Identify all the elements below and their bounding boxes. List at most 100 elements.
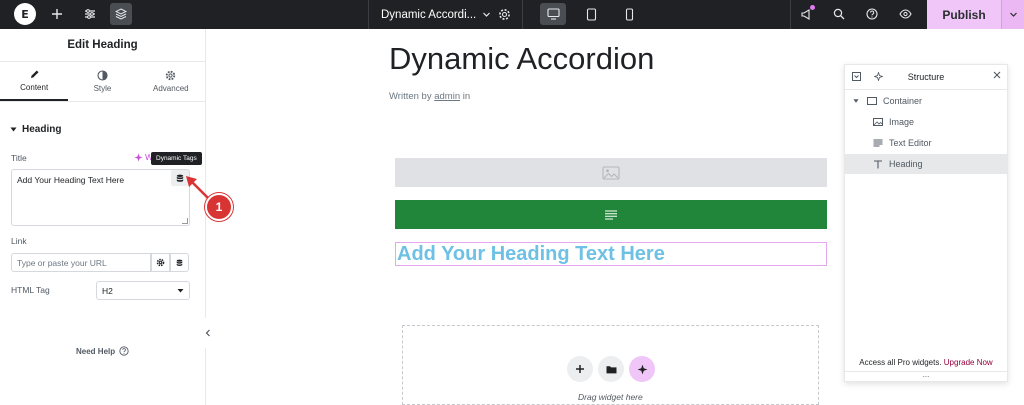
plus-icon <box>576 365 584 373</box>
half-circle-icon <box>97 70 108 81</box>
question-icon <box>866 8 878 20</box>
mobile-icon <box>625 7 633 21</box>
heading-text: Add Your Heading Text Here <box>397 242 665 265</box>
text-lines-icon <box>605 210 617 219</box>
elementor-logo[interactable]: E <box>14 3 36 25</box>
upgrade-now-link[interactable]: Upgrade Now <box>944 358 993 367</box>
dynamic-tags-tooltip: Dynamic Tags <box>151 152 202 165</box>
structure-button[interactable] <box>110 3 132 25</box>
publish-options-button[interactable] <box>1001 0 1024 29</box>
link-url-input[interactable]: Type or paste your URL <box>11 253 151 272</box>
structure-item-label: Image <box>889 117 915 127</box>
desktop-view-button[interactable] <box>540 3 566 25</box>
section-heading-toggle[interactable]: Heading <box>10 124 61 135</box>
structure-item-label: Container <box>883 96 923 106</box>
byline-suffix: in <box>462 91 471 102</box>
desktop-icon <box>546 8 560 20</box>
heading-icon <box>874 159 882 168</box>
image-icon <box>873 118 883 126</box>
logo-letter: E <box>21 7 29 21</box>
add-section-button[interactable] <box>567 356 593 382</box>
step-marker: 1 <box>205 193 233 221</box>
divider <box>790 0 791 29</box>
text-editor-widget[interactable] <box>395 200 827 229</box>
html-tag-value: H2 <box>102 285 113 296</box>
structure-item-heading[interactable]: Heading <box>845 154 1007 174</box>
container-icon <box>867 97 877 105</box>
link-label: Link <box>11 236 27 246</box>
plus-icon <box>52 9 62 19</box>
tab-label: Style <box>93 84 112 93</box>
layers-icon <box>115 8 127 20</box>
add-element-button[interactable] <box>46 3 68 25</box>
text-editor-icon <box>873 139 883 147</box>
database-icon <box>176 259 183 266</box>
panel-title: Edit Heading <box>0 29 205 62</box>
tab-label: Content <box>20 83 49 92</box>
link-dynamic-tags-button[interactable] <box>170 253 189 272</box>
title-textarea[interactable]: Add Your Heading Text Here <box>11 169 190 226</box>
mobile-view-button[interactable] <box>616 3 642 25</box>
structure-item-container[interactable]: Container <box>845 91 1007 111</box>
html-tag-select[interactable]: H2 <box>96 281 190 300</box>
gear-icon <box>166 70 176 81</box>
link-placeholder: Type or paste your URL <box>17 257 107 268</box>
structure-resize-grip[interactable]: ... <box>845 371 1007 381</box>
image-placeholder-icon <box>602 165 620 180</box>
eye-icon <box>898 9 912 19</box>
sparkle-icon <box>134 153 143 161</box>
gear-icon <box>156 258 165 267</box>
page-name-dropdown[interactable]: Dynamic Accordi... <box>381 0 501 29</box>
need-help-link[interactable]: Need Help <box>76 346 129 356</box>
structure-item-text-editor[interactable]: Text Editor <box>845 133 1007 153</box>
drop-zone-hint: Drag widget here <box>578 392 643 402</box>
site-settings-button[interactable] <box>79 3 101 25</box>
caret-down-icon <box>853 99 859 103</box>
notifications-button[interactable] <box>795 3 817 25</box>
page-settings-button[interactable] <box>493 3 515 25</box>
tab-advanced[interactable]: Advanced <box>137 62 205 101</box>
chevron-left-icon <box>205 329 210 337</box>
edit-panel: Edit Heading Content Style Advanced Head… <box>0 29 206 405</box>
link-options-button[interactable] <box>151 253 170 272</box>
collapse-panel-button[interactable] <box>201 318 215 348</box>
tab-label: Advanced <box>153 84 189 93</box>
structure-item-label: Text Editor <box>889 138 932 148</box>
title-label: Title <box>11 153 27 163</box>
divider <box>522 0 523 29</box>
heading-widget[interactable]: Add Your Heading Text Here <box>395 242 827 266</box>
structure-item-label: Heading <box>889 159 923 169</box>
image-widget[interactable] <box>395 158 827 187</box>
tab-content[interactable]: Content <box>0 62 69 101</box>
byline-prefix: Written by <box>389 91 432 102</box>
question-icon <box>119 346 129 356</box>
section-title: Heading <box>22 124 62 135</box>
gear-icon <box>498 8 510 20</box>
tab-style[interactable]: Style <box>68 62 136 101</box>
ai-build-button[interactable] <box>629 356 655 382</box>
close-icon[interactable] <box>993 71 1001 81</box>
need-help-label: Need Help <box>76 346 116 356</box>
structure-footer: Access all Pro widgets. Upgrade Now <box>845 358 1007 367</box>
byline: Written by admin in <box>389 91 470 102</box>
search-button[interactable] <box>828 3 850 25</box>
structure-item-image[interactable]: Image <box>845 112 1007 132</box>
folder-icon <box>606 365 616 373</box>
resize-handle[interactable] <box>182 218 188 224</box>
pencil-icon <box>30 70 39 78</box>
tablet-icon <box>586 7 596 21</box>
title-value: Add Your Heading Text Here <box>17 175 125 185</box>
page-title: Dynamic Accordion <box>389 41 655 76</box>
author-link[interactable]: admin <box>434 91 460 102</box>
tablet-view-button[interactable] <box>578 3 604 25</box>
caret-down-icon <box>10 127 17 132</box>
preview-button[interactable] <box>894 3 916 25</box>
publish-button[interactable]: Publish <box>927 0 1001 29</box>
chevron-down-icon <box>483 12 491 17</box>
add-template-button[interactable] <box>598 356 624 382</box>
panel-tabs: Content Style Advanced <box>0 62 205 102</box>
html-tag-label: HTML Tag <box>11 285 50 295</box>
chevron-down-icon <box>1009 12 1017 17</box>
help-button[interactable] <box>861 3 883 25</box>
sliders-icon <box>85 9 95 19</box>
